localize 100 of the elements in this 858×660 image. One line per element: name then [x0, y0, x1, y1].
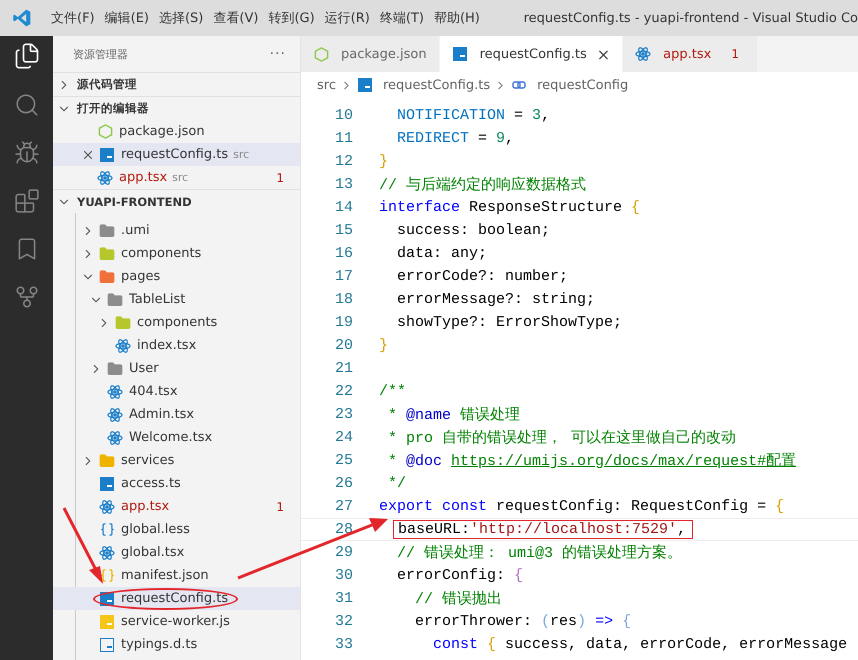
code-line: */	[387, 475, 406, 492]
file-tree-item[interactable]: global.tsx	[53, 541, 300, 564]
menu-item[interactable]: 运行(R)	[320, 9, 375, 27]
file-tree-item[interactable]: services	[53, 449, 300, 472]
app-logo	[12, 8, 32, 28]
file-tree-item[interactable]: TableList	[53, 288, 300, 311]
breadcrumb-item[interactable]: requestConfig	[537, 78, 628, 92]
files-icon[interactable]	[12, 42, 40, 70]
line-number: 31	[334, 590, 353, 607]
search-icon[interactable]	[14, 92, 40, 118]
code-line: * @doc https://umijs.org/docs/max/request#配置	[387, 452, 796, 470]
file-tree-item[interactable]: requestConfig.ts	[53, 587, 300, 610]
code-link[interactable]: https://umijs.org/docs/max/request#配置	[451, 453, 796, 470]
code-line: success: boolean;	[396, 222, 550, 239]
typescript-file-icon	[452, 46, 468, 62]
folder-icon	[115, 314, 131, 330]
menu-item[interactable]: 编辑(E)	[100, 9, 154, 27]
atom-icon	[97, 170, 113, 186]
line-number: 17	[334, 268, 353, 285]
code-line: }	[379, 337, 388, 354]
open-editor-item[interactable]: package.json	[53, 120, 300, 143]
editor-tab[interactable]: requestConfig.ts ×	[440, 36, 624, 72]
file-tree-item[interactable]: index.tsx	[53, 334, 300, 357]
folder-icon	[107, 292, 123, 308]
section-header[interactable]: YUAPI-FRONTEND	[53, 189, 300, 213]
code-line: // 错误处理： umi@3 的错误处理方案。	[396, 543, 682, 562]
typescript-file-icon	[99, 146, 115, 162]
line-number: 24	[334, 429, 353, 446]
code-line: NOTIFICATION = 3,	[396, 107, 550, 124]
line-number: 25	[334, 452, 353, 469]
code-line: const { success, data, errorCode, errorMessage	[432, 636, 848, 653]
line-number: 18	[334, 291, 353, 308]
code-line: interface ResponseStructure {	[379, 199, 640, 216]
line-number: 27	[334, 498, 353, 515]
menu-item[interactable]: 帮助(H)	[428, 9, 485, 27]
code-line: }	[379, 153, 388, 170]
file-tree-item[interactable]: access.ts	[53, 472, 300, 495]
code-line: REDIRECT = 9,	[396, 130, 514, 147]
line-number: 12	[334, 153, 353, 170]
folder-icon	[107, 360, 123, 376]
atom-icon	[99, 544, 115, 560]
blocks-icon[interactable]	[14, 188, 40, 214]
menu-item[interactable]: 文件(F)	[46, 9, 100, 27]
typescript-file-icon	[356, 77, 373, 93]
file-tree-item[interactable]: app.tsx 1	[53, 495, 300, 518]
close-button[interactable]: ×	[596, 44, 610, 64]
open-editor-item[interactable]: app.tsx src 1	[53, 166, 300, 189]
typescript-file-icon	[99, 476, 115, 492]
folder-hint: src	[172, 171, 188, 184]
hexagon-file-icon	[97, 124, 113, 140]
editor-tab[interactable]: app.tsx 1	[623, 36, 758, 72]
folder-hint: src	[233, 148, 250, 161]
code-line: data: any;	[396, 245, 488, 262]
file-tree-item[interactable]: typings.d.ts	[53, 633, 300, 656]
problem-count: 1	[276, 500, 284, 514]
atom-icon	[107, 384, 123, 400]
menu-item[interactable]: 查看(V)	[208, 9, 264, 27]
file-tree-item[interactable]: .umi	[53, 219, 300, 242]
menu-item[interactable]: 终端(T)	[374, 9, 429, 27]
file-tree-item[interactable]: 404.tsx	[53, 380, 300, 403]
editor-tab[interactable]: package.json	[301, 36, 440, 72]
line-number: 15	[334, 222, 353, 239]
menu-item[interactable]: 选择(S)	[154, 9, 208, 27]
code-line: showType?: ErrorShowType;	[396, 314, 622, 331]
line-number: 19	[334, 314, 353, 331]
code-line: * pro 自带的错误处理， 可以在这里做自己的改动	[387, 428, 736, 447]
bug-icon[interactable]	[14, 140, 40, 166]
line-number: 10	[334, 107, 353, 124]
problem-count: 1	[276, 170, 284, 184]
file-tree-item[interactable]: service-worker.js	[53, 610, 300, 633]
section-header[interactable]: 打开的编辑器	[53, 96, 300, 120]
atom-icon	[115, 338, 131, 354]
line-number: 14	[334, 199, 353, 216]
file-tree-item[interactable]: Welcome.tsx	[53, 426, 300, 449]
code-line: errorThrower: (res) => {	[414, 613, 632, 630]
file-tree-item[interactable]: manifest.json	[53, 564, 300, 587]
file-tree-item[interactable]: global.less	[53, 518, 300, 541]
code-line: /**	[379, 383, 406, 400]
file-tree-item[interactable]: pages	[53, 265, 300, 288]
line-number: 28	[334, 521, 353, 538]
breadcrumb-item[interactable]: src	[317, 78, 336, 92]
branch-icon[interactable]	[14, 284, 40, 310]
line-number: 26	[334, 475, 353, 492]
breadcrumb-item[interactable]: requestConfig.ts	[382, 78, 490, 92]
menu-item[interactable]: 转到(G)	[263, 9, 320, 27]
file-tree-item[interactable]: Admin.tsx	[53, 403, 300, 426]
open-editor-item[interactable]: requestConfig.ts src	[53, 143, 300, 166]
folder-icon	[99, 268, 115, 284]
file-tree-item[interactable]: components	[53, 242, 300, 265]
atom-icon	[635, 46, 652, 62]
file-tree-item[interactable]: User	[53, 357, 300, 380]
line-number: 11	[334, 130, 353, 147]
line-number: 23	[334, 406, 353, 423]
folder-icon	[99, 222, 115, 238]
file-tree-item[interactable]: components	[53, 311, 300, 334]
atom-icon	[107, 406, 123, 422]
more-actions-button[interactable]: ···	[270, 46, 286, 62]
section-header[interactable]: 源代码管理	[53, 72, 300, 96]
folder-icon	[99, 452, 115, 468]
code-line: errorConfig: {	[396, 567, 524, 584]
